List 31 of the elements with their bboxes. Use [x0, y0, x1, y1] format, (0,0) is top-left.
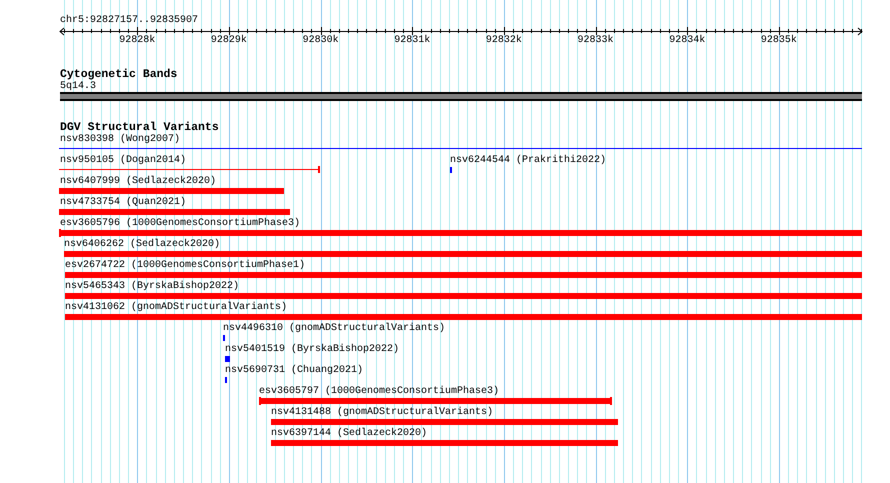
variant-label: nsv5465343 (ByrskaBishop2022)	[65, 281, 240, 293]
variant-label: nsv5690731 (Chuang2021)	[225, 365, 364, 377]
variant-label: nsv6397144 (Sedlazeck2020)	[271, 428, 428, 440]
location-label: chr5:92827157..92835907	[60, 14, 198, 27]
band-label: 5q14.3	[60, 81, 96, 92]
tick-label: 92835k	[760, 35, 797, 47]
variant-bar[interactable]	[59, 229, 862, 237]
tick-label: 92831k	[394, 35, 430, 47]
tick-label: 92832k	[486, 35, 522, 47]
variant-label: esv2674722 (1000GenomesConsortiumPhase1)	[65, 260, 306, 272]
variant-label: nsv4131488 (gnomADStructuralVariants)	[271, 407, 494, 419]
tick-label: 92828k	[119, 35, 156, 47]
tick-label: 92829k	[210, 35, 247, 47]
variant-label: esv3605796 (1000GenomesConsortiumPhase3)	[60, 218, 300, 230]
variant-label: nsv5401519 (ByrskaBishop2022)	[225, 344, 400, 356]
tick-label: 92833k	[578, 35, 614, 47]
variant-label: esv3605797 (1000GenomesConsortiumPhase3)	[259, 386, 500, 398]
tick-label: 92830k	[302, 35, 339, 47]
variant-bar[interactable]	[259, 397, 612, 405]
variant-label: nsv4131062 (gnomADStructuralVariants)	[65, 302, 288, 314]
track-title: DGV Structural Variants	[60, 121, 219, 134]
track-title: Cytogenetic Bands	[60, 68, 178, 81]
cytoband-bar[interactable]	[60, 92, 862, 101]
variant-label: nsv830398 (Wong2007)	[60, 134, 180, 146]
variant-label: nsv4733754 (Quan2021)	[60, 197, 186, 209]
tick-label: 92834k	[669, 35, 706, 47]
variant-label: nsv6407999 (Sedlazeck2020)	[60, 176, 216, 188]
variant-label: nsv4496310 (gnomADStructuralVariants)	[223, 323, 446, 335]
variant-label: nsv950105 (Dogan2014)	[60, 155, 186, 167]
variant-label: nsv6406262 (Sedlazeck2020)	[64, 239, 220, 251]
variant-label: nsv6244544 (Prakrithi2022)	[450, 155, 606, 167]
